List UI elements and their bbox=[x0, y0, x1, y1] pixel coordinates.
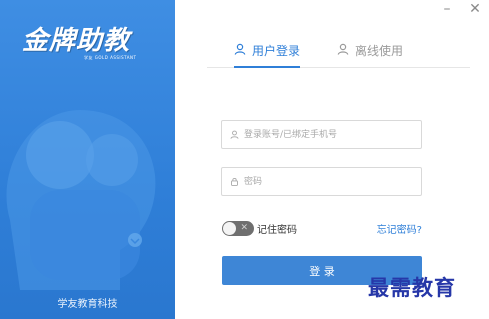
app-logo: 金牌助教 学友 GOLD ASSISTANT bbox=[22, 20, 162, 70]
remember-row: ✕ 记住密码 忘记密码? bbox=[221, 220, 422, 236]
tab-label: 离线使用 bbox=[355, 44, 404, 58]
account-field bbox=[221, 120, 422, 149]
remember-password-label: 记住密码 bbox=[257, 225, 297, 236]
company-name: 学友教育科技 bbox=[57, 299, 118, 310]
close-button[interactable]: ✕ bbox=[467, 2, 483, 16]
minimize-button[interactable]: – bbox=[439, 2, 455, 16]
mascot-illustration bbox=[6, 110, 156, 290]
tab-label: 用户登录 bbox=[252, 44, 301, 58]
brand-panel: 金牌助教 学友 GOLD ASSISTANT 学友教育科技 bbox=[0, 0, 175, 319]
forgot-password-link[interactable]: 忘记密码? bbox=[377, 221, 422, 236]
password-input[interactable] bbox=[244, 168, 421, 195]
password-field bbox=[221, 167, 422, 196]
user-icon bbox=[230, 130, 239, 139]
logo-title: 金牌助教 bbox=[22, 26, 131, 56]
user-icon bbox=[337, 43, 349, 55]
logo-subtitle: 学友 GOLD ASSISTANT bbox=[84, 55, 137, 60]
remember-password-toggle[interactable]: ✕ bbox=[222, 221, 254, 236]
toggle-knob bbox=[223, 222, 236, 235]
lock-icon bbox=[231, 178, 238, 186]
account-input[interactable] bbox=[244, 121, 421, 148]
tab-user-login[interactable]: 用户登录 bbox=[234, 42, 301, 68]
tab-offline-use[interactable]: 离线使用 bbox=[337, 42, 403, 68]
login-tabs: 用户登录 离线使用 bbox=[207, 36, 470, 68]
toggle-off-icon: ✕ bbox=[240, 223, 248, 233]
watermark: 最需教育 bbox=[368, 275, 456, 300]
user-icon bbox=[234, 43, 246, 55]
window-controls: – ✕ bbox=[439, 2, 483, 16]
